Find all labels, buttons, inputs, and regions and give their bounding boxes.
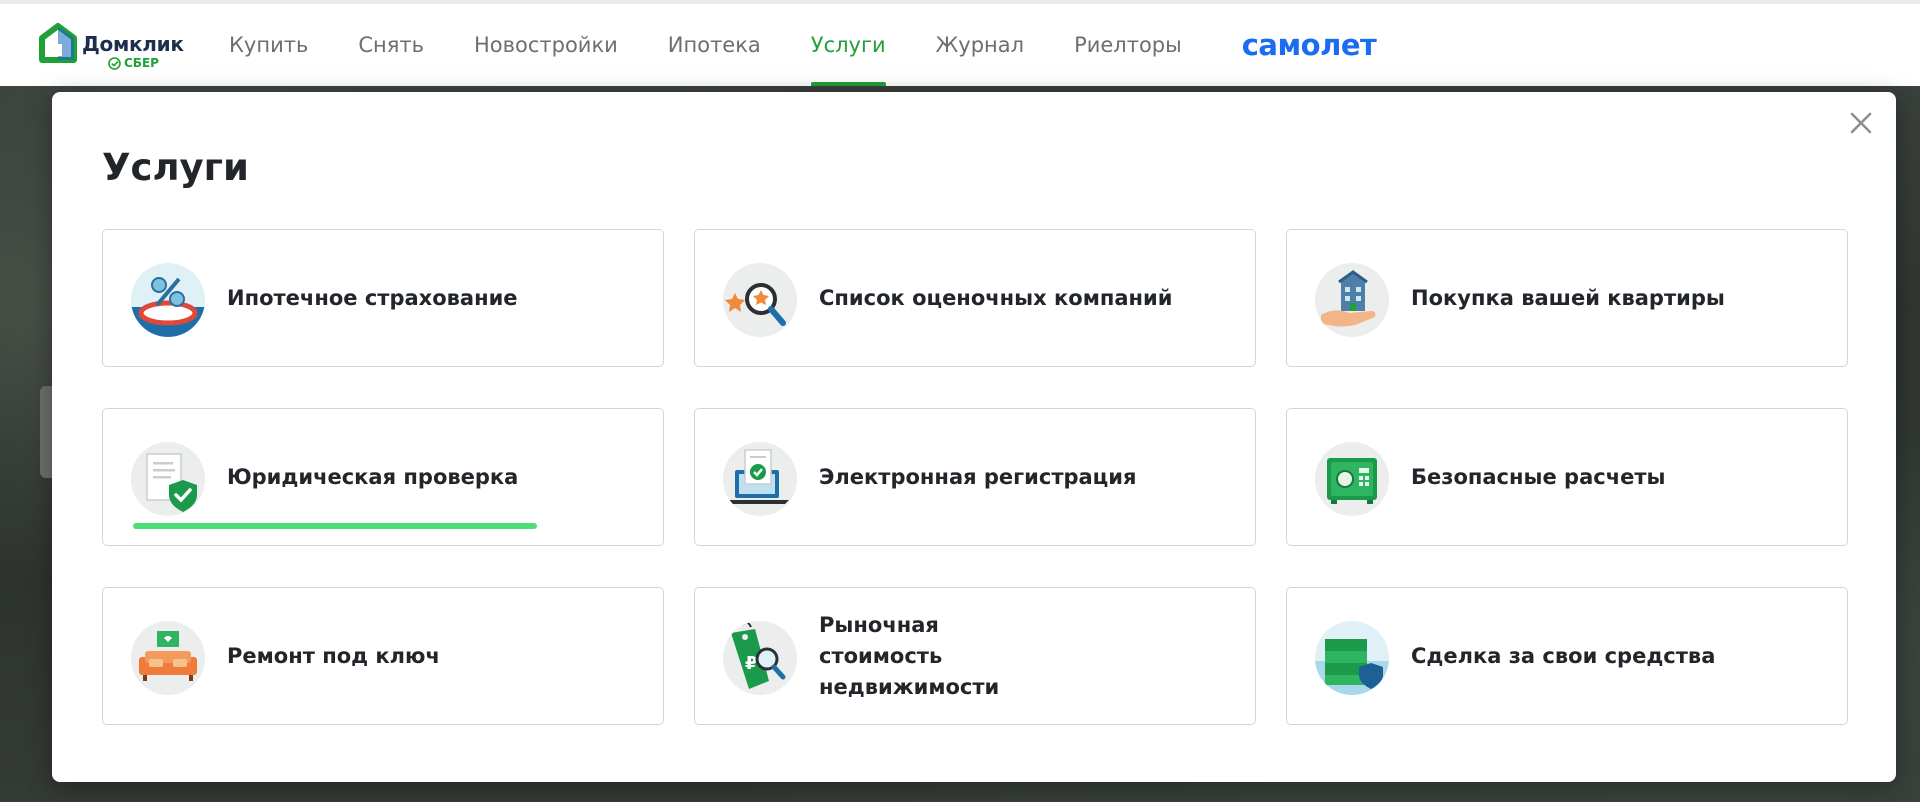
service-label: Сделка за свои средства bbox=[1411, 643, 1716, 668]
domclick-house-icon bbox=[39, 23, 77, 63]
close-button[interactable] bbox=[1846, 108, 1876, 138]
samolet-partner-link[interactable]: самолет bbox=[1242, 28, 1377, 62]
nav-item-buy[interactable]: Купить bbox=[229, 4, 308, 86]
price-tag-search-icon: ₽ bbox=[723, 621, 797, 695]
service-label: Электронная регистрация bbox=[819, 464, 1137, 489]
service-label: Безопасные расчеты bbox=[1411, 464, 1666, 489]
service-card-mortgage-insurance[interactable]: Ипотечное страхование bbox=[102, 229, 664, 367]
nav-label: Новостройки bbox=[473, 33, 618, 57]
nav-label: Риелторы bbox=[1074, 33, 1182, 57]
service-card-appraisal-companies[interactable]: Список оценочных компаний bbox=[694, 229, 1256, 367]
logo-text: Домклик bbox=[82, 32, 184, 56]
service-label: Рыночная стоимость недвижимости bbox=[819, 612, 1000, 699]
house-in-hand-icon bbox=[1315, 263, 1389, 337]
domclick-logo[interactable]: Домклик СБЕР bbox=[38, 22, 184, 72]
service-card-apartment-buyout[interactable]: Покупка вашей квартиры bbox=[1286, 229, 1848, 367]
nav-label: Купить bbox=[229, 33, 309, 57]
loading-progress-bar bbox=[133, 523, 537, 529]
top-navigation: Домклик СБЕР Купить Снять Новостройки Ип… bbox=[0, 0, 1920, 86]
service-label: Список оценочных компаний bbox=[819, 285, 1173, 310]
nav-item-realtors[interactable]: Риелторы bbox=[1074, 4, 1182, 86]
laptop-document-icon bbox=[723, 442, 797, 516]
sber-check-icon bbox=[108, 57, 121, 70]
service-card-own-funds-deal[interactable]: Сделка за свои средства bbox=[1286, 587, 1848, 725]
service-label: Юридическая проверка bbox=[227, 464, 519, 489]
main-nav: Купить Снять Новостройки Ипотека Услуги … bbox=[229, 4, 1377, 86]
money-shield-icon bbox=[1315, 621, 1389, 695]
service-label: Покупка вашей квартиры bbox=[1411, 285, 1725, 310]
service-card-turnkey-renovation[interactable]: Ремонт под ключ bbox=[102, 587, 664, 725]
service-card-safe-payments[interactable]: Безопасные расчеты bbox=[1286, 408, 1848, 546]
logo-sber-text: СБЕР bbox=[124, 56, 159, 70]
nav-label: Услуги bbox=[810, 33, 886, 57]
services-modal: Услуги Ипотечное страхование Список оцен… bbox=[52, 92, 1896, 782]
sofa-icon bbox=[131, 621, 205, 695]
nav-item-mortgage[interactable]: Ипотека bbox=[668, 4, 761, 86]
service-label: Ремонт под ключ bbox=[227, 643, 440, 668]
nav-item-journal[interactable]: Журнал bbox=[936, 4, 1024, 86]
service-card-market-value[interactable]: ₽ Рыночная стоимость недвижимости bbox=[694, 587, 1256, 725]
nav-label: Журнал bbox=[935, 33, 1025, 57]
nav-label: Снять bbox=[358, 33, 424, 57]
close-icon bbox=[1850, 112, 1872, 134]
safe-icon bbox=[1315, 442, 1389, 516]
insurance-lifebuoy-icon bbox=[131, 263, 205, 337]
service-card-legal-check[interactable]: Юридическая проверка bbox=[102, 408, 664, 546]
svg-text:₽: ₽ bbox=[745, 653, 758, 674]
nav-item-services[interactable]: Услуги bbox=[810, 4, 886, 86]
services-grid: Ипотечное страхование Список оценочных к… bbox=[102, 229, 1848, 725]
nav-item-new-buildings[interactable]: Новостройки bbox=[474, 4, 618, 86]
rating-search-icon bbox=[723, 263, 797, 337]
document-shield-icon bbox=[131, 442, 205, 516]
service-label: Ипотечное страхование bbox=[227, 285, 518, 310]
modal-title: Услуги bbox=[102, 146, 249, 189]
nav-item-rent[interactable]: Снять bbox=[358, 4, 424, 86]
service-card-electronic-registration[interactable]: Электронная регистрация bbox=[694, 408, 1256, 546]
nav-label: Ипотека bbox=[667, 33, 761, 57]
